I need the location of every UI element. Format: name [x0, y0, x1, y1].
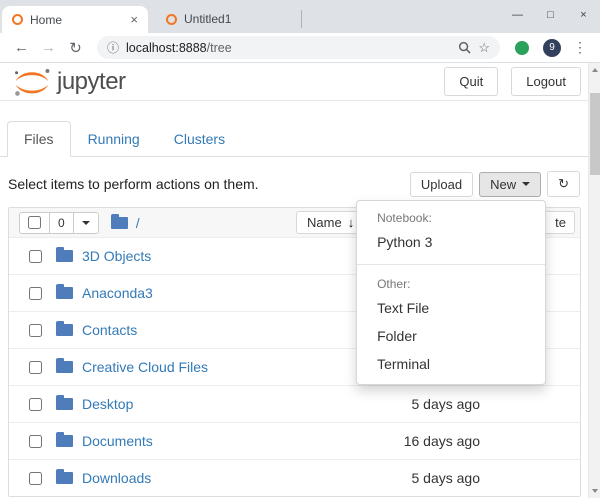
tab-close-icon[interactable]: ×	[130, 12, 138, 27]
close-button[interactable]: ×	[567, 0, 600, 30]
url-path: /tree	[207, 41, 232, 55]
bookmark-star-icon[interactable]: ☆	[478, 40, 490, 56]
quit-button[interactable]: Quit	[444, 67, 498, 96]
jupyter-logo-text: jupyter	[57, 68, 126, 96]
row-checkbox[interactable]	[29, 472, 42, 485]
sort-by-name-button[interactable]: Name ↓	[296, 211, 365, 234]
partial-label: te	[555, 215, 566, 230]
select-all-checkbox[interactable]	[28, 216, 41, 229]
menu-item-terminal[interactable]: Terminal	[357, 350, 545, 378]
browser-menu-icon[interactable]: ⋮	[570, 39, 590, 56]
jupyter-header: jupyter Quit Logout	[0, 63, 588, 101]
row-checkbox[interactable]	[29, 250, 42, 263]
menu-divider	[357, 264, 545, 265]
new-button[interactable]: New	[479, 172, 541, 197]
new-dropdown: New Notebook: Python 3 Other: Text File …	[479, 172, 541, 197]
url-text: localhost:8888/tree	[126, 41, 451, 55]
browser-tab-home[interactable]: Home ×	[2, 6, 148, 33]
selection-count: 0	[49, 213, 73, 233]
select-all-checkbox-button[interactable]	[20, 213, 49, 233]
file-link[interactable]: Anaconda3	[82, 285, 365, 301]
menu-item-python3[interactable]: Python 3	[357, 228, 545, 256]
select-all-group: 0	[19, 212, 99, 234]
jupyter-page: jupyter Quit Logout Files Running Cluste…	[0, 63, 588, 498]
folder-icon	[56, 250, 73, 262]
extension-icon[interactable]	[515, 41, 529, 55]
url-host: localhost:8888	[126, 41, 207, 55]
tab-title: Home	[30, 13, 123, 27]
file-row: Desktop 5 days ago	[9, 385, 580, 422]
forward-icon[interactable]: →	[37, 39, 60, 56]
folder-icon	[56, 398, 73, 410]
sort-label: Name	[307, 215, 342, 230]
menu-item-folder[interactable]: Folder	[357, 322, 545, 350]
file-link[interactable]: Downloads	[82, 470, 365, 486]
selection-dropdown-toggle[interactable]	[73, 213, 98, 233]
tab-title: Untitled1	[184, 12, 291, 26]
menu-header-notebook: Notebook:	[357, 207, 545, 228]
toolbar-buttons: Upload New Notebook: Python 3 Other: Tex…	[410, 171, 580, 197]
folder-icon	[56, 435, 73, 447]
upload-button[interactable]: Upload	[410, 172, 473, 197]
menu-item-text-file[interactable]: Text File	[357, 294, 545, 322]
tab-files[interactable]: Files	[7, 121, 71, 157]
row-checkbox[interactable]	[29, 361, 42, 374]
address-bar[interactable]: ⓘ localhost:8888/tree ☆	[97, 36, 500, 59]
browser-tab-untitled1[interactable]: Untitled1	[156, 10, 302, 28]
breadcrumb-root[interactable]: /	[136, 215, 140, 231]
browser-window: Home × Untitled1 — □ × ← → ↻ ⓘ localhost…	[0, 0, 600, 498]
jupyter-tab-bar: Files Running Clusters	[0, 121, 588, 157]
menu-header-other: Other:	[357, 273, 545, 294]
select-items-hint: Select items to perform actions on them.	[8, 176, 259, 192]
page-scrollbar[interactable]	[588, 63, 600, 498]
browser-tab-strip: Home × Untitled1 — □ ×	[0, 0, 600, 33]
folder-icon	[56, 287, 73, 299]
reload-icon[interactable]: ↻	[64, 39, 87, 57]
jupyter-logo[interactable]: jupyter	[12, 67, 126, 97]
file-link[interactable]: Contacts	[82, 322, 365, 338]
scrollbar-down-icon[interactable]	[589, 485, 600, 497]
scrollbar-up-icon[interactable]	[589, 64, 600, 76]
jupyter-favicon-icon	[12, 14, 23, 25]
folder-icon	[56, 472, 73, 484]
scrollbar-thumb[interactable]	[590, 93, 600, 175]
site-info-icon[interactable]: ⓘ	[107, 39, 119, 56]
profile-avatar[interactable]: 9	[543, 39, 561, 57]
new-dropdown-menu: Notebook: Python 3 Other: Text File Fold…	[356, 200, 546, 385]
last-modified: 5 days ago	[365, 470, 480, 486]
file-row: Documents 16 days ago	[9, 422, 580, 459]
caret-down-icon	[82, 221, 90, 225]
zoom-icon[interactable]	[458, 41, 471, 54]
new-button-label: New	[490, 177, 516, 192]
tab-clusters[interactable]: Clusters	[157, 121, 242, 157]
row-checkbox[interactable]	[29, 435, 42, 448]
caret-down-icon	[522, 182, 530, 186]
file-link[interactable]: 3D Objects	[82, 248, 365, 264]
action-toolbar: Select items to perform actions on them.…	[0, 157, 588, 207]
tab-running[interactable]: Running	[71, 121, 157, 157]
row-checkbox[interactable]	[29, 398, 42, 411]
folder-icon	[56, 361, 73, 373]
row-checkbox[interactable]	[29, 287, 42, 300]
file-link[interactable]: Creative Cloud Files	[82, 359, 365, 375]
last-modified: 5 days ago	[365, 396, 480, 412]
jupyter-favicon-icon	[166, 14, 177, 25]
window-controls: — □ ×	[501, 0, 600, 30]
row-checkbox[interactable]	[29, 324, 42, 337]
last-modified: 16 days ago	[365, 433, 480, 449]
jupyter-logo-icon	[12, 67, 52, 97]
header-buttons: Quit Logout	[444, 67, 581, 96]
back-icon[interactable]: ←	[10, 39, 33, 56]
file-link[interactable]: Desktop	[82, 396, 365, 412]
maximize-button[interactable]: □	[534, 0, 567, 30]
minimize-button[interactable]: —	[501, 0, 534, 30]
file-link[interactable]: Documents	[82, 433, 365, 449]
browser-navbar: ← → ↻ ⓘ localhost:8888/tree ☆ 9 ⋮	[0, 33, 600, 63]
logout-button[interactable]: Logout	[511, 67, 581, 96]
folder-icon	[56, 324, 73, 336]
breadcrumb-folder-icon[interactable]	[111, 217, 128, 229]
file-row: Downloads 5 days ago	[9, 459, 580, 496]
refresh-list-button[interactable]: ↻	[547, 171, 580, 197]
sort-arrow-down-icon: ↓	[348, 215, 355, 230]
